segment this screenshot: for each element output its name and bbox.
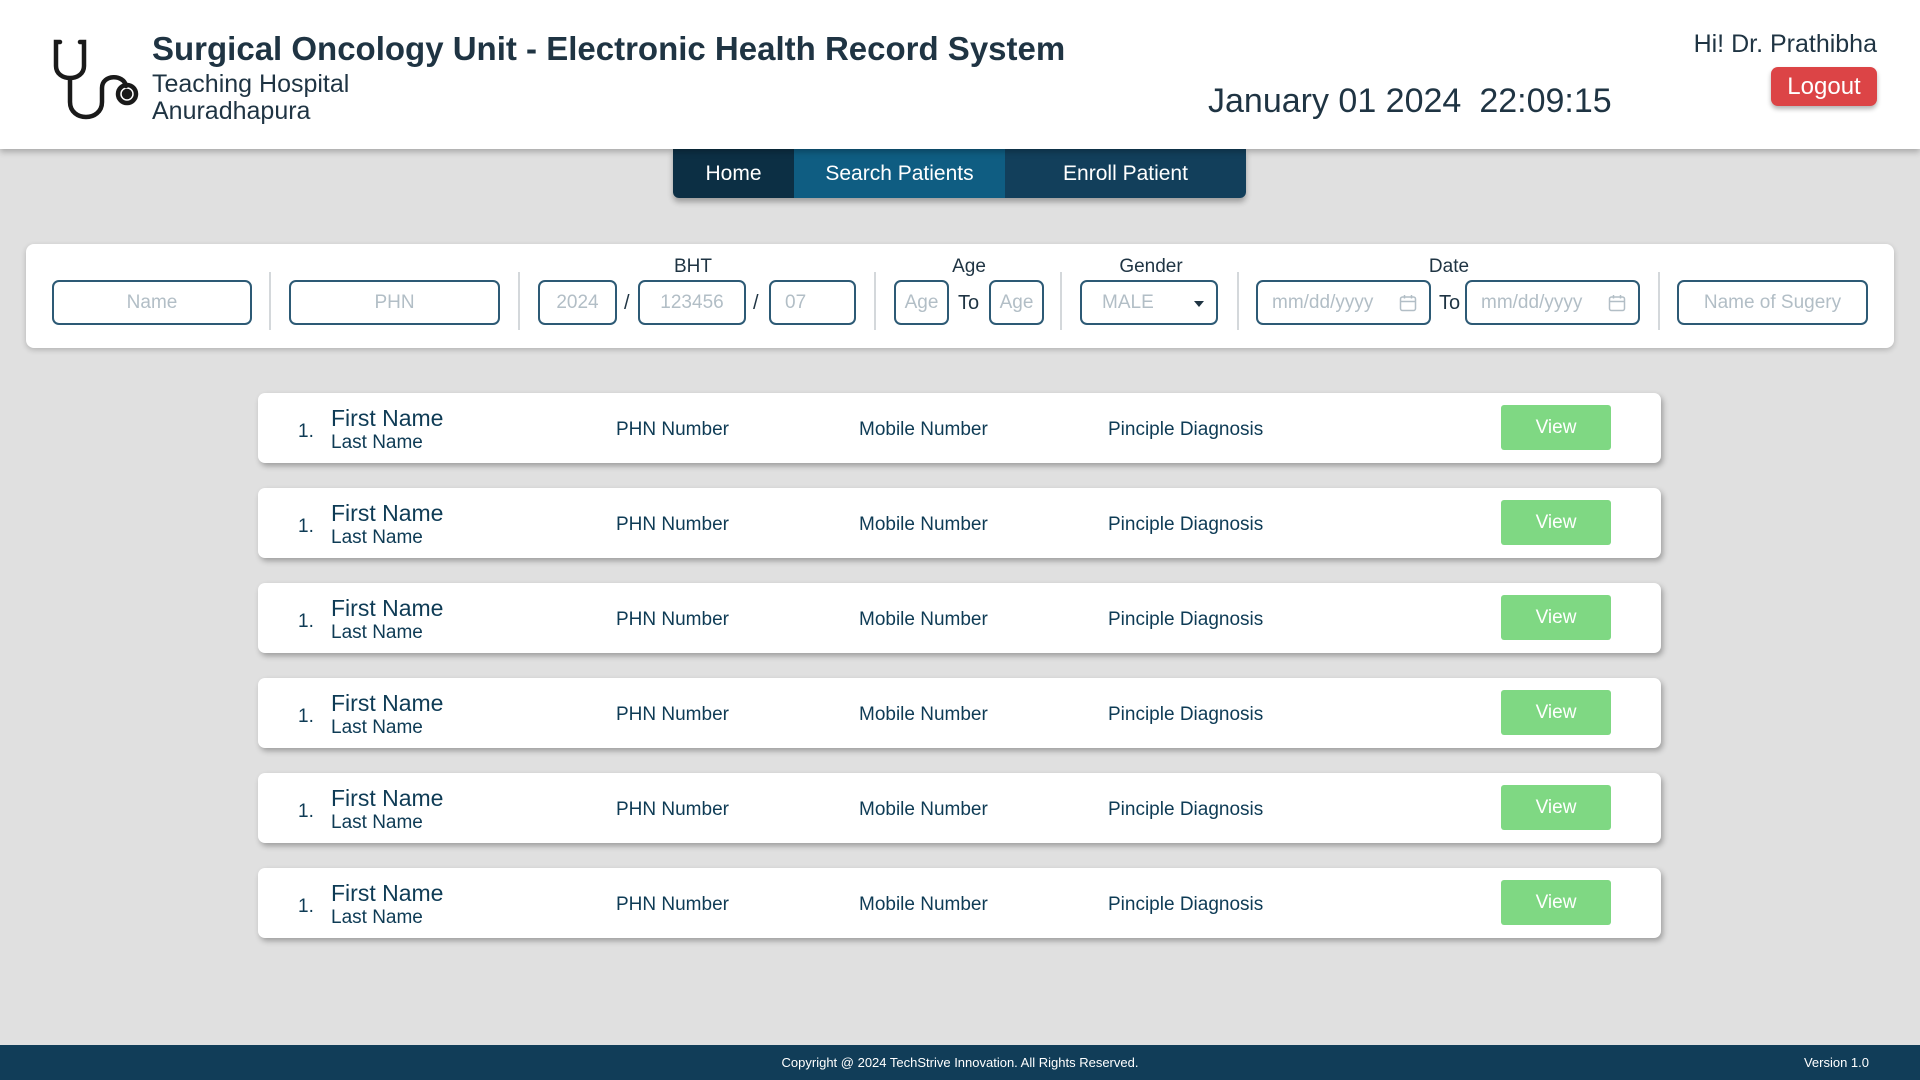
patient-last-name: Last Name [331, 527, 423, 548]
patient-last-name: Last Name [331, 717, 423, 738]
patient-last-name: Last Name [331, 432, 423, 453]
bht-number-input[interactable]: 123456 [638, 280, 746, 325]
app-footer: Copyright @ 2024 TechStrive Innovation. … [0, 1045, 1920, 1080]
hospital-location: Anuradhapura [152, 97, 311, 125]
date-to-text: To [1439, 292, 1461, 314]
patient-index: 1. [298, 421, 314, 442]
filter-divider [518, 272, 520, 330]
tab-enroll-patient[interactable]: Enroll Patient [1005, 149, 1246, 198]
tab-search-patients[interactable]: Search Patients [794, 149, 1005, 198]
filter-divider [269, 272, 271, 330]
view-patient-button[interactable]: View [1501, 880, 1611, 925]
patient-index: 1. [298, 801, 314, 822]
stethoscope-icon [53, 39, 139, 120]
patient-first-name: First Name [331, 880, 444, 906]
patient-last-name: Last Name [331, 812, 423, 833]
patient-diagnosis: Pinciple Diagnosis [1108, 799, 1264, 820]
name-input[interactable]: Name [52, 280, 252, 325]
bht-year-input[interactable]: 2024 [538, 280, 617, 325]
gender-selected-value: MALE [1102, 291, 1154, 313]
patient-phn: PHN Number [616, 704, 729, 725]
patient-mobile: Mobile Number [859, 419, 988, 440]
view-patient-button[interactable]: View [1501, 405, 1611, 450]
view-patient-button[interactable]: View [1501, 690, 1611, 735]
patient-first-name: First Name [331, 690, 444, 716]
date-from-placeholder: mm/dd/yyyy [1272, 291, 1374, 313]
filter-divider [1237, 272, 1239, 330]
filter-divider [874, 272, 876, 330]
calendar-icon[interactable] [1399, 294, 1417, 312]
view-patient-button[interactable]: View [1501, 595, 1611, 640]
patient-index: 1. [298, 706, 314, 727]
version-text: Version 1.0 [1803, 1055, 1869, 1070]
view-patient-button[interactable]: View [1501, 785, 1611, 830]
calendar-icon[interactable] [1608, 294, 1626, 312]
date-to-placeholder: mm/dd/yyyy [1481, 291, 1583, 313]
patient-first-name: First Name [331, 500, 444, 526]
surgery-name-input[interactable]: Name of Sugery [1677, 280, 1868, 325]
age-to-input[interactable]: Age [989, 280, 1044, 325]
copyright-text: Copyright @ 2024 TechStrive Innovation. … [781, 1055, 1139, 1070]
bht-separator: / [753, 292, 759, 314]
user-greeting: Hi! Dr. Prathibha [1693, 30, 1877, 58]
patient-mobile: Mobile Number [859, 514, 988, 535]
view-patient-button[interactable]: View [1501, 500, 1611, 545]
bht-separator: / [624, 292, 630, 314]
search-filter-bar: Name PHN BHT 2024 / 123456 / 07 Age Age … [26, 244, 1894, 348]
patient-index: 1. [298, 516, 314, 537]
age-to-text: To [958, 292, 980, 314]
app-header: Surgical Oncology Unit - Electronic Heal… [0, 0, 1920, 149]
patient-row: 1. First Name Last Name PHN Number Mobil… [258, 488, 1661, 558]
filter-divider [1658, 272, 1660, 330]
bht-label: BHT [674, 256, 712, 277]
patient-diagnosis: Pinciple Diagnosis [1108, 514, 1264, 535]
date-from-input[interactable]: mm/dd/yyyy [1256, 280, 1431, 325]
patient-row: 1. First Name Last Name PHN Number Mobil… [258, 773, 1661, 843]
patient-mobile: Mobile Number [859, 704, 988, 725]
patient-diagnosis: Pinciple Diagnosis [1108, 704, 1264, 725]
app-title: Surgical Oncology Unit - Electronic Heal… [152, 30, 1066, 67]
patient-phn: PHN Number [616, 609, 729, 630]
age-from-input[interactable]: Age [894, 280, 949, 325]
patient-row: 1. First Name Last Name PHN Number Mobil… [258, 393, 1661, 463]
patient-phn: PHN Number [616, 799, 729, 820]
current-date: January 01 2024 [1208, 82, 1462, 120]
gender-select[interactable]: MALE [1080, 280, 1218, 325]
patient-first-name: First Name [331, 595, 444, 621]
current-time: 22:09:15 [1479, 82, 1612, 120]
patient-diagnosis: Pinciple Diagnosis [1108, 894, 1264, 915]
patient-last-name: Last Name [331, 622, 423, 643]
date-to-input[interactable]: mm/dd/yyyy [1465, 280, 1640, 325]
patient-diagnosis: Pinciple Diagnosis [1108, 609, 1264, 630]
filter-divider [1060, 272, 1062, 330]
bht-month-input[interactable]: 07 [769, 280, 856, 325]
date-time-display: January 01 2024 22:09:15 [1208, 82, 1612, 121]
hospital-name: Teaching Hospital [152, 70, 350, 98]
patient-row: 1. First Name Last Name PHN Number Mobil… [258, 583, 1661, 653]
caret-down-icon [1194, 301, 1204, 307]
tab-home[interactable]: Home [673, 149, 794, 198]
patient-row: 1. First Name Last Name PHN Number Mobil… [258, 868, 1661, 938]
patient-phn: PHN Number [616, 514, 729, 535]
date-label: Date [1428, 256, 1470, 277]
patient-mobile: Mobile Number [859, 894, 988, 915]
phn-input[interactable]: PHN [289, 280, 500, 325]
main-nav: Home Search Patients Enroll Patient [673, 149, 1246, 198]
age-label: Age [952, 256, 986, 277]
patient-index: 1. [298, 611, 314, 632]
patient-mobile: Mobile Number [859, 799, 988, 820]
gender-label: Gender [1119, 256, 1183, 277]
patient-first-name: First Name [331, 405, 444, 431]
patient-first-name: First Name [331, 785, 444, 811]
patient-phn: PHN Number [616, 419, 729, 440]
patient-diagnosis: Pinciple Diagnosis [1108, 419, 1264, 440]
patient-row: 1. First Name Last Name PHN Number Mobil… [258, 678, 1661, 748]
patient-last-name: Last Name [331, 907, 423, 928]
patient-phn: PHN Number [616, 894, 729, 915]
patient-mobile: Mobile Number [859, 609, 988, 630]
logout-button[interactable]: Logout [1771, 67, 1877, 106]
patient-index: 1. [298, 896, 314, 917]
